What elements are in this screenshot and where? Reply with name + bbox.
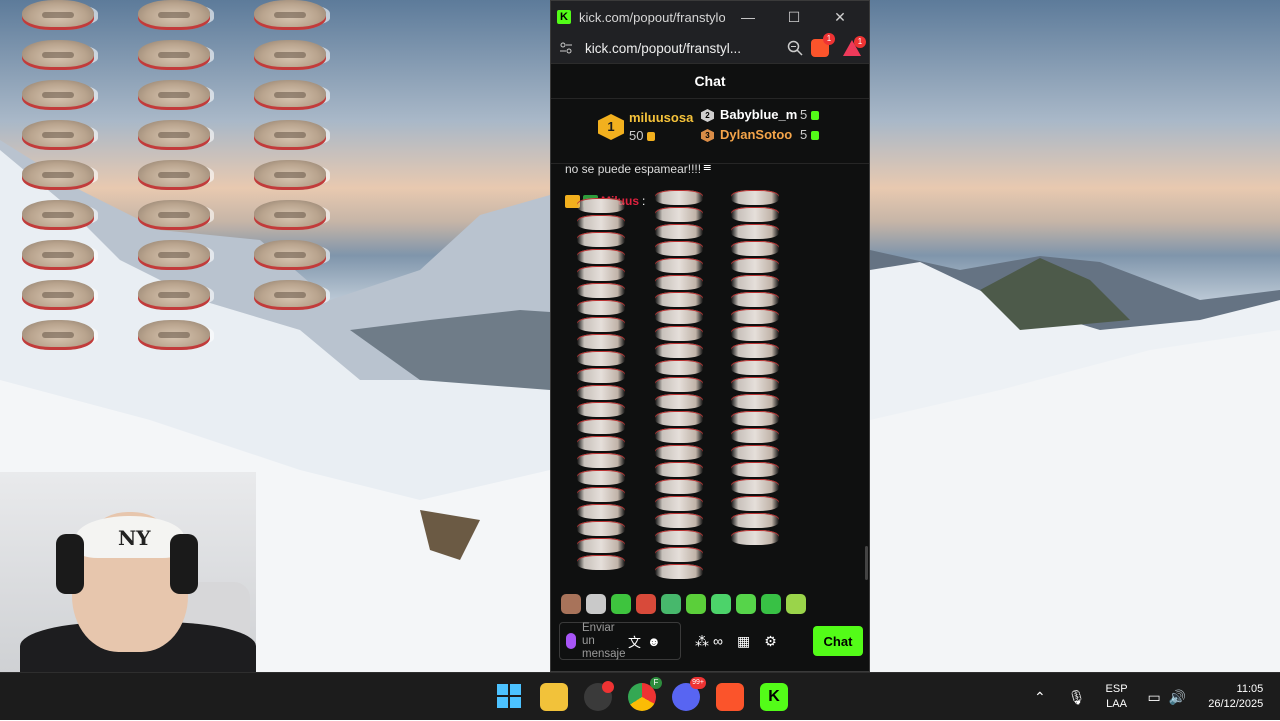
leader-1-name[interactable]: miluusosa	[629, 110, 693, 125]
emote-robot-icon[interactable]	[786, 594, 806, 614]
emote-spam-column-2	[655, 190, 703, 581]
obs-icon[interactable]	[584, 681, 614, 711]
emote-slime-icon[interactable]	[761, 594, 781, 614]
brave-shields-icon[interactable]: 1	[811, 33, 835, 57]
obs-recording-dot	[602, 681, 614, 693]
translate-icon[interactable]: 文	[628, 632, 641, 651]
title-bar: K kick.com/popout/franstylo/... — ☐ ✕	[551, 1, 869, 33]
start-windows-icon[interactable]	[496, 683, 524, 711]
leader-2-value: 5	[800, 107, 820, 122]
leader-3-value: 5	[800, 127, 820, 142]
chat-input-bar: Enviar un mensaje 文 ☻ ⁂ ∞ ▦ ⚙ Chat	[559, 621, 863, 661]
leader-3-name[interactable]: DylanSotoo	[720, 127, 792, 142]
microphone-tray-icon[interactable]: 🎙	[1068, 689, 1086, 706]
brave-browser-icon[interactable]	[716, 683, 744, 711]
kick-favicon-icon: K	[557, 10, 571, 24]
system-tray: ⌃ 🎙 ESP LAA ▭ 🔊 11:05 26/12/2025	[1034, 673, 1263, 721]
sticker-column-3	[254, 0, 326, 320]
rank-2-badge: 2	[701, 109, 714, 122]
truncated-message: no se puede espamear!!!!	[565, 164, 702, 176]
discord-badge: 99+	[690, 677, 706, 689]
maximize-button[interactable]: ☐	[771, 9, 817, 26]
chrome-icon[interactable]: F	[628, 677, 662, 711]
headband-logo: NY	[118, 526, 151, 550]
settings-gear-icon[interactable]: ⚙	[764, 633, 777, 650]
close-button[interactable]: ✕	[817, 9, 863, 26]
emote-smile-icon[interactable]	[736, 594, 756, 614]
emote-frog-icon[interactable]	[611, 594, 631, 614]
chrome-profile-badge: F	[650, 677, 662, 689]
url-text[interactable]: kick.com/popout/franstyl...	[585, 41, 787, 56]
rank-1-badge: 1	[598, 114, 624, 140]
headphone-left	[56, 534, 84, 594]
clock[interactable]: 11:05 26/12/2025	[1208, 682, 1263, 712]
chat-input-placeholder: Enviar un mensaje	[582, 621, 626, 660]
leader-2-name[interactable]: Babyblue_m	[720, 107, 797, 122]
emote-face-icon[interactable]	[561, 594, 581, 614]
emote-blob-icon[interactable]	[686, 594, 706, 614]
webcam-overlay: NY	[0, 472, 256, 672]
taskbar: F 99+ K ⌃ 🎙 ESP LAA ▭ 🔊 11:05 26/12/2025	[0, 672, 1280, 720]
discord-icon[interactable]: 99+	[672, 677, 706, 711]
store-icon[interactable]: ▦	[737, 633, 750, 650]
message-separator: :	[642, 194, 646, 208]
file-explorer-icon[interactable]	[540, 683, 568, 711]
subs-icon	[811, 131, 820, 140]
filter-icon[interactable]: ⩸	[703, 164, 712, 175]
quick-emote-bar	[561, 594, 806, 614]
leaderboard: 1 miluusosa 50 2 Babyblue_m 5 3 DylanSot…	[551, 99, 869, 164]
community-icon[interactable]: ⁂	[695, 633, 709, 650]
emote-alien-icon[interactable]	[711, 594, 731, 614]
sticker-column-1	[22, 0, 94, 360]
emote-spam-column-3	[731, 190, 779, 547]
brave-shields-badge: 1	[823, 33, 835, 45]
minimize-button[interactable]: —	[725, 9, 771, 25]
brave-rewards-icon[interactable]: 1	[843, 36, 866, 56]
kick-app-icon[interactable]: K	[760, 683, 788, 711]
kicks-icon	[647, 132, 656, 141]
address-bar: kick.com/popout/franstyl... 1 1	[551, 33, 869, 64]
send-chat-button[interactable]: Chat	[813, 626, 863, 656]
clock-date: 26/12/2025	[1208, 698, 1264, 710]
rewards-badge: 1	[854, 36, 866, 48]
emote-box-icon[interactable]	[636, 594, 656, 614]
chat-header: Chat	[551, 64, 869, 99]
headphone-right	[170, 534, 198, 594]
subs-icon	[811, 111, 820, 120]
emote-dizzy-icon[interactable]	[661, 594, 681, 614]
emote-cat-icon[interactable]	[586, 594, 606, 614]
site-settings-icon[interactable]	[559, 41, 573, 55]
zoom-icon[interactable]	[787, 40, 803, 56]
keyboard-layout: LAA	[1106, 698, 1127, 710]
volume-icon[interactable]: 🔊	[1169, 689, 1186, 706]
microphone-icon[interactable]	[566, 633, 576, 649]
language-code: ESP	[1105, 683, 1128, 695]
rank-3-badge: 3	[701, 129, 714, 142]
chat-messages: no se puede espamear!!!! ⩸ Miluus:	[551, 164, 869, 584]
leader-1-value: 50	[629, 128, 656, 143]
sticker-column-2	[138, 0, 210, 360]
browser-popout-window: K kick.com/popout/franstylo/... — ☐ ✕ ki…	[550, 0, 870, 672]
chevron-up-icon[interactable]: ⌃	[1034, 689, 1046, 706]
window-title: kick.com/popout/franstylo/...	[579, 9, 725, 25]
infinity-icon[interactable]: ∞	[713, 633, 723, 649]
emoji-icon[interactable]: ☻	[647, 634, 661, 649]
clock-time: 11:05	[1236, 683, 1264, 695]
network-icon[interactable]: ▭	[1148, 689, 1161, 706]
headband: NY	[76, 516, 184, 558]
chat-input[interactable]: Enviar un mensaje 文 ☻	[559, 622, 681, 660]
emote-spam-column-1	[577, 198, 625, 572]
chat-scrollbar[interactable]	[865, 546, 868, 580]
input-language[interactable]: ESP LAA	[1106, 682, 1128, 712]
